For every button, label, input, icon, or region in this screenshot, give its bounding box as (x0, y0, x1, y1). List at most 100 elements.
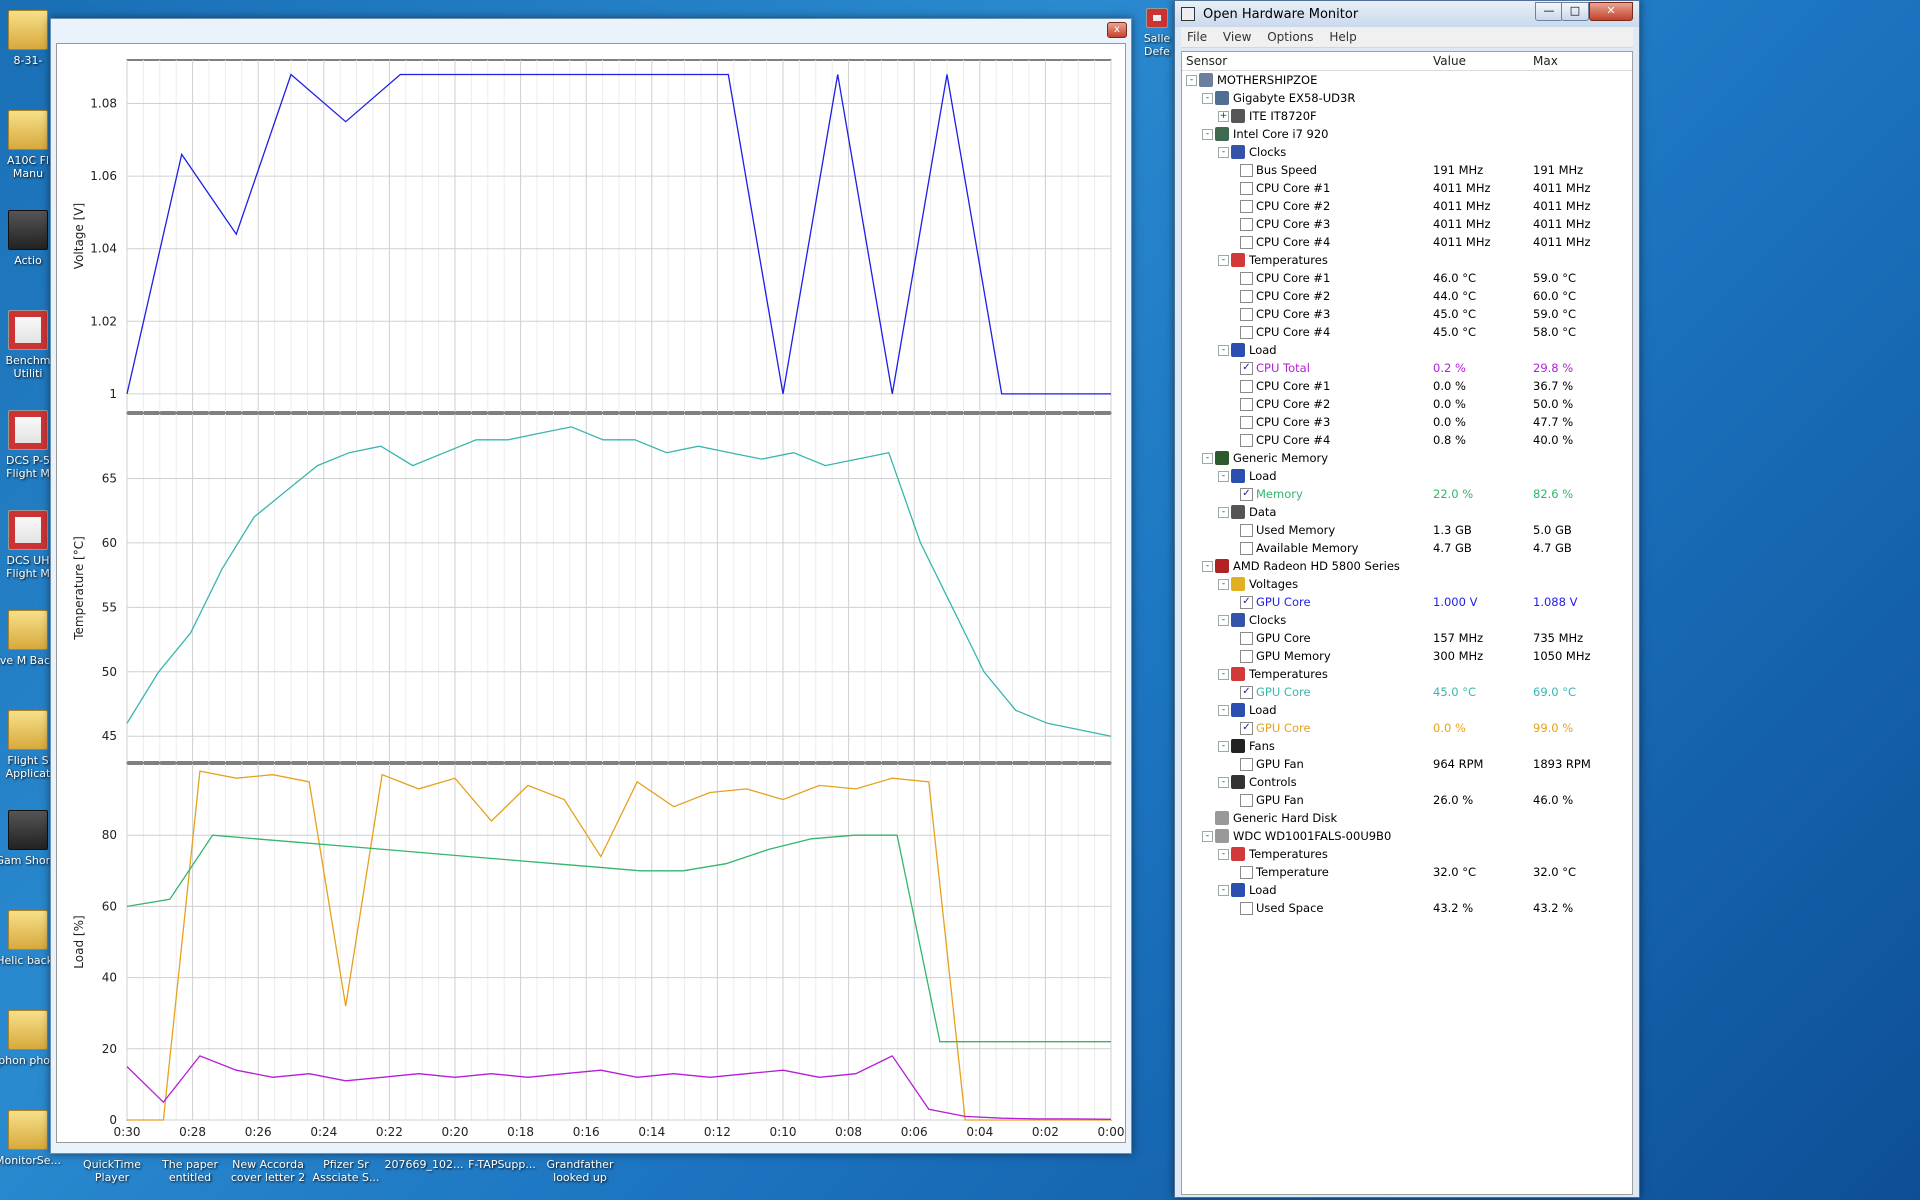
plot-checkbox[interactable] (1240, 758, 1253, 771)
sensor-row[interactable]: CPU Core #4 45.0 °C 58.0 °C (1182, 323, 1632, 341)
sensor-row[interactable]: ✓ CPU Total 0.2 % 29.8 % (1182, 359, 1632, 377)
sensor-row[interactable]: - Clocks (1182, 611, 1632, 629)
sensor-row[interactable]: - Load (1182, 467, 1632, 485)
tree-expander[interactable]: - (1218, 579, 1229, 590)
sensor-row[interactable]: - Voltages (1182, 575, 1632, 593)
desktop-file-label[interactable]: 207669_102... (384, 1158, 464, 1171)
sensor-row[interactable]: - Gigabyte EX58-UD3R (1182, 89, 1632, 107)
plot-checkbox[interactable] (1240, 398, 1253, 411)
sensor-row[interactable]: CPU Core #4 0.8 % 40.0 % (1182, 431, 1632, 449)
desktop-file-label[interactable]: Grandfather looked up (540, 1158, 620, 1184)
sensor-row[interactable]: CPU Core #1 46.0 °C 59.0 °C (1182, 269, 1632, 287)
plot-window[interactable]: x 1.08 1.06 1.04 1.02 1 Voltage [V] 65 60 55 50 45… (50, 18, 1132, 1154)
sensor-row[interactable]: ✓ GPU Core 0.0 % 99.0 % (1182, 719, 1632, 737)
sensor-row[interactable]: Generic Hard Disk (1182, 809, 1632, 827)
plot-checkbox[interactable]: ✓ (1240, 362, 1253, 375)
plot-checkbox[interactable]: ✓ (1240, 722, 1253, 735)
tree-expander[interactable]: - (1218, 669, 1229, 680)
tree-expander[interactable]: + (1218, 111, 1229, 122)
sensor-row[interactable]: - Generic Memory (1182, 449, 1632, 467)
ohm-window[interactable]: Open Hardware Monitor — □ ✕ File View Op… (1174, 0, 1640, 1198)
plot-checkbox[interactable] (1240, 164, 1253, 177)
column-sensor[interactable]: Sensor (1186, 54, 1227, 68)
tree-expander[interactable]: - (1202, 831, 1213, 842)
plot-checkbox[interactable] (1240, 326, 1253, 339)
plot-checkbox[interactable] (1240, 866, 1253, 879)
desktop-file-label[interactable]: F-TAPSupp... (462, 1158, 542, 1171)
plot-checkbox[interactable]: ✓ (1240, 488, 1253, 501)
tree-expander[interactable]: - (1218, 147, 1229, 158)
sensor-tree[interactable]: Sensor Value Max - MOTHERSHIPZOE - Gigabyte… (1181, 51, 1633, 1195)
sensor-row[interactable]: - Load (1182, 701, 1632, 719)
tree-expander[interactable]: - (1218, 705, 1229, 716)
tree-expander[interactable]: - (1186, 75, 1197, 86)
plot-checkbox[interactable] (1240, 380, 1253, 393)
sensor-row[interactable]: - Load (1182, 881, 1632, 899)
tree-expander[interactable]: - (1218, 777, 1229, 788)
plot-checkbox[interactable] (1240, 416, 1253, 429)
plot-checkbox[interactable] (1240, 632, 1253, 645)
sensor-row[interactable]: CPU Core #1 4011 MHz 4011 MHz (1182, 179, 1632, 197)
sensor-row[interactable]: - AMD Radeon HD 5800 Series (1182, 557, 1632, 575)
sensor-row[interactable]: GPU Fan 964 RPM 1893 RPM (1182, 755, 1632, 773)
plot-checkbox[interactable] (1240, 308, 1253, 321)
plot-checkbox[interactable] (1240, 794, 1253, 807)
sensor-row[interactable]: - Temperatures (1182, 251, 1632, 269)
plot-checkbox[interactable] (1240, 524, 1253, 537)
tree-expander[interactable]: - (1218, 849, 1229, 860)
sensor-row[interactable]: Temperature 32.0 °C 32.0 °C (1182, 863, 1632, 881)
desktop-file-label[interactable]: New Accorda cover letter 2 (228, 1158, 308, 1184)
sensor-row[interactable]: CPU Core #4 4011 MHz 4011 MHz (1182, 233, 1632, 251)
sensor-row[interactable]: Bus Speed 191 MHz 191 MHz (1182, 161, 1632, 179)
menu-view[interactable]: View (1217, 27, 1257, 47)
sensor-row[interactable]: GPU Fan 26.0 % 46.0 % (1182, 791, 1632, 809)
plot-close-button[interactable]: x (1107, 22, 1127, 38)
sensor-row[interactable]: CPU Core #2 44.0 °C 60.0 °C (1182, 287, 1632, 305)
plot-checkbox[interactable] (1240, 434, 1253, 447)
tree-expander[interactable]: - (1202, 561, 1213, 572)
tree-expander[interactable]: - (1202, 129, 1213, 140)
plot-checkbox[interactable]: ✓ (1240, 596, 1253, 609)
plot-checkbox[interactable] (1240, 218, 1253, 231)
sensor-row[interactable]: GPU Core 157 MHz 735 MHz (1182, 629, 1632, 647)
plot-checkbox[interactable] (1240, 650, 1253, 663)
plot-checkbox[interactable] (1240, 272, 1253, 285)
desktop-file-label[interactable]: The paper entitled (150, 1158, 230, 1184)
sensor-row[interactable]: Available Memory 4.7 GB 4.7 GB (1182, 539, 1632, 557)
desktop-file-label[interactable]: Pfizer Sr Assciate S... (306, 1158, 386, 1184)
desktop-file-label[interactable]: QuickTime Player (72, 1158, 152, 1184)
menu-help[interactable]: Help (1323, 27, 1362, 47)
sensor-row[interactable]: - Controls (1182, 773, 1632, 791)
tree-expander[interactable]: - (1218, 615, 1229, 626)
plot-checkbox[interactable] (1240, 542, 1253, 555)
sensor-row[interactable]: - Temperatures (1182, 665, 1632, 683)
sensor-row[interactable]: Used Space 43.2 % 43.2 % (1182, 899, 1632, 917)
sensor-row[interactable]: - Load (1182, 341, 1632, 359)
sensor-row[interactable]: - Temperatures (1182, 845, 1632, 863)
menu-options[interactable]: Options (1261, 27, 1319, 47)
plot-checkbox[interactable] (1240, 200, 1253, 213)
plot-checkbox[interactable] (1240, 290, 1253, 303)
plot-checkbox[interactable] (1240, 182, 1253, 195)
sensor-row[interactable]: CPU Core #3 0.0 % 47.7 % (1182, 413, 1632, 431)
sensor-row[interactable]: Used Memory 1.3 GB 5.0 GB (1182, 521, 1632, 539)
tree-expander[interactable]: - (1218, 741, 1229, 752)
sensor-row[interactable]: ✓ Memory 22.0 % 82.6 % (1182, 485, 1632, 503)
tree-expander[interactable]: - (1218, 885, 1229, 896)
sensor-row[interactable]: - WDC WD1001FALS-00U9B0 (1182, 827, 1632, 845)
sensor-row[interactable]: CPU Core #2 0.0 % 50.0 % (1182, 395, 1632, 413)
sensor-row[interactable]: CPU Core #1 0.0 % 36.7 % (1182, 377, 1632, 395)
tree-expander[interactable]: - (1202, 453, 1213, 464)
sensor-row[interactable]: GPU Memory 300 MHz 1050 MHz (1182, 647, 1632, 665)
sensor-row[interactable]: + ITE IT8720F (1182, 107, 1632, 125)
plot-checkbox[interactable] (1240, 902, 1253, 915)
menu-file[interactable]: File (1181, 27, 1213, 47)
tree-expander[interactable]: - (1218, 471, 1229, 482)
plot-checkbox[interactable] (1240, 236, 1253, 249)
sensor-row[interactable]: CPU Core #3 4011 MHz 4011 MHz (1182, 215, 1632, 233)
desktop-icon-salle[interactable]: Salle Defe (1140, 8, 1174, 58)
sensor-row[interactable]: CPU Core #2 4011 MHz 4011 MHz (1182, 197, 1632, 215)
sensor-row[interactable]: - MOTHERSHIPZOE (1182, 71, 1632, 89)
sensor-row[interactable]: - Data (1182, 503, 1632, 521)
tree-expander[interactable]: - (1218, 507, 1229, 518)
